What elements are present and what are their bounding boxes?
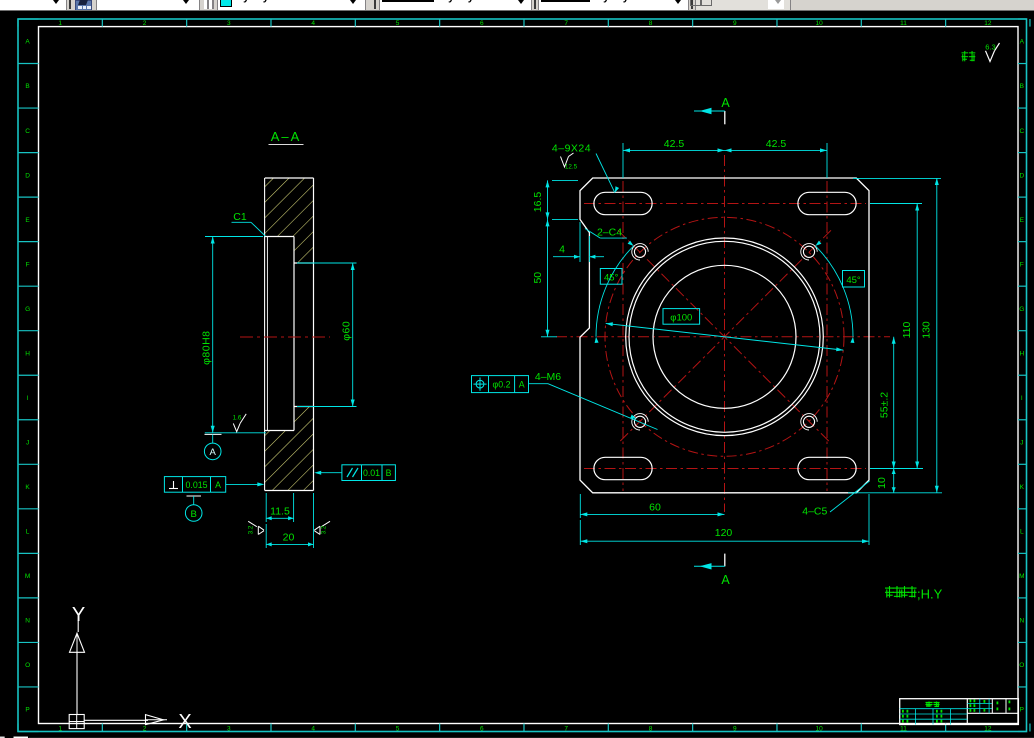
svg-text:1: 1 xyxy=(58,725,62,732)
svg-text:P: P xyxy=(25,707,29,714)
svg-text:φ100: φ100 xyxy=(670,313,692,324)
svg-text:C: C xyxy=(1019,128,1024,135)
svg-text:D: D xyxy=(25,172,30,179)
svg-text:6.3: 6.3 xyxy=(985,42,995,51)
svg-text:φ60: φ60 xyxy=(341,321,353,341)
svg-text:L: L xyxy=(1020,529,1024,536)
svg-text:E: E xyxy=(25,217,30,224)
svg-text:φ0.2: φ0.2 xyxy=(493,380,511,390)
svg-text:B: B xyxy=(1020,83,1024,90)
svg-text:A–A: A–A xyxy=(271,129,302,144)
svg-text:N: N xyxy=(1019,618,1024,625)
svg-text:C: C xyxy=(25,128,30,135)
svg-text:11.5: 11.5 xyxy=(270,506,290,518)
svg-text:45°: 45° xyxy=(604,273,619,284)
svg-text:N: N xyxy=(25,618,30,625)
svg-text:φ80H8: φ80H8 xyxy=(201,330,213,364)
svg-text:D: D xyxy=(1019,172,1024,179)
svg-text:50: 50 xyxy=(532,272,544,284)
svg-text:A: A xyxy=(721,96,730,110)
svg-text:K: K xyxy=(1020,484,1025,491)
svg-text:I: I xyxy=(1021,395,1023,402)
svg-text:E: E xyxy=(1020,217,1025,224)
svg-text:F: F xyxy=(26,261,30,268)
svg-text:7: 7 xyxy=(564,20,568,27)
svg-text:10: 10 xyxy=(816,725,824,732)
svg-text:1.6: 1.6 xyxy=(233,415,242,422)
svg-text:4: 4 xyxy=(311,725,315,732)
svg-text:45°: 45° xyxy=(846,275,861,286)
svg-text:6: 6 xyxy=(480,725,484,732)
svg-text:110: 110 xyxy=(901,321,913,338)
svg-text:A: A xyxy=(721,573,730,587)
svg-text:3: 3 xyxy=(227,20,231,27)
svg-text:B: B xyxy=(386,468,392,478)
svg-text:B: B xyxy=(191,509,197,520)
svg-text:2–C4: 2–C4 xyxy=(597,226,622,238)
svg-text:3.2: 3.2 xyxy=(321,525,328,534)
svg-text:A: A xyxy=(1020,39,1025,46)
svg-text:8: 8 xyxy=(649,725,653,732)
svg-text:120: 120 xyxy=(715,527,733,539)
svg-text:;H.Y: ;H.Y xyxy=(917,587,943,602)
svg-text:10: 10 xyxy=(876,477,888,489)
svg-text:B: B xyxy=(25,83,29,90)
svg-text:12: 12 xyxy=(984,725,992,732)
svg-text:0.01: 0.01 xyxy=(363,468,380,478)
svg-text:J: J xyxy=(26,439,29,446)
svg-text:1: 1 xyxy=(58,20,62,27)
svg-text:12.5: 12.5 xyxy=(565,163,578,170)
svg-text:H: H xyxy=(1019,350,1024,357)
svg-text:60: 60 xyxy=(649,502,661,514)
svg-text:5: 5 xyxy=(396,725,400,732)
svg-text:42.5: 42.5 xyxy=(766,138,787,150)
svg-text:10: 10 xyxy=(816,20,824,27)
svg-text:M: M xyxy=(1019,573,1024,580)
svg-text:20: 20 xyxy=(283,532,295,544)
svg-text:12: 12 xyxy=(984,20,992,27)
svg-text:M: M xyxy=(25,573,30,580)
svg-text:130: 130 xyxy=(921,321,933,339)
svg-text:2: 2 xyxy=(143,20,147,27)
svg-text:11: 11 xyxy=(900,20,907,27)
svg-text:4: 4 xyxy=(559,243,565,255)
svg-text:A: A xyxy=(519,380,525,390)
svg-text:X: X xyxy=(178,711,191,733)
svg-text:42.5: 42.5 xyxy=(664,138,685,150)
svg-text:O: O xyxy=(25,662,30,669)
svg-text:4–M6: 4–M6 xyxy=(535,371,561,383)
svg-text:11: 11 xyxy=(900,725,907,732)
svg-text:7: 7 xyxy=(564,725,568,732)
svg-text:G: G xyxy=(1019,306,1024,313)
svg-text:0.015: 0.015 xyxy=(185,480,207,490)
svg-text:P: P xyxy=(1020,707,1024,714)
svg-text:C1: C1 xyxy=(233,211,247,223)
svg-text:9: 9 xyxy=(733,20,737,27)
svg-text:2: 2 xyxy=(143,725,147,732)
svg-text:4–C5: 4–C5 xyxy=(802,505,827,517)
svg-text:3: 3 xyxy=(227,725,231,732)
svg-text:8: 8 xyxy=(649,20,653,27)
svg-text:5: 5 xyxy=(396,20,400,27)
svg-text:16.5: 16.5 xyxy=(532,192,544,213)
svg-text:9: 9 xyxy=(733,725,737,732)
svg-text:4: 4 xyxy=(311,20,315,27)
svg-text:K: K xyxy=(25,484,30,491)
svg-text:L: L xyxy=(26,529,30,536)
svg-text:A: A xyxy=(215,480,221,490)
svg-text:J: J xyxy=(1020,439,1023,446)
svg-text:I: I xyxy=(27,395,29,402)
svg-text:4–9X24: 4–9X24 xyxy=(552,143,591,155)
svg-text:O: O xyxy=(1019,662,1024,669)
svg-text:55±.2: 55±.2 xyxy=(879,392,891,418)
svg-text:G: G xyxy=(25,306,30,313)
svg-text:3.2: 3.2 xyxy=(248,525,255,534)
svg-text:H: H xyxy=(25,350,30,357)
svg-text:6: 6 xyxy=(480,20,484,27)
svg-text:A: A xyxy=(210,447,217,458)
svg-text:A: A xyxy=(25,39,30,46)
svg-text:F: F xyxy=(1020,261,1024,268)
